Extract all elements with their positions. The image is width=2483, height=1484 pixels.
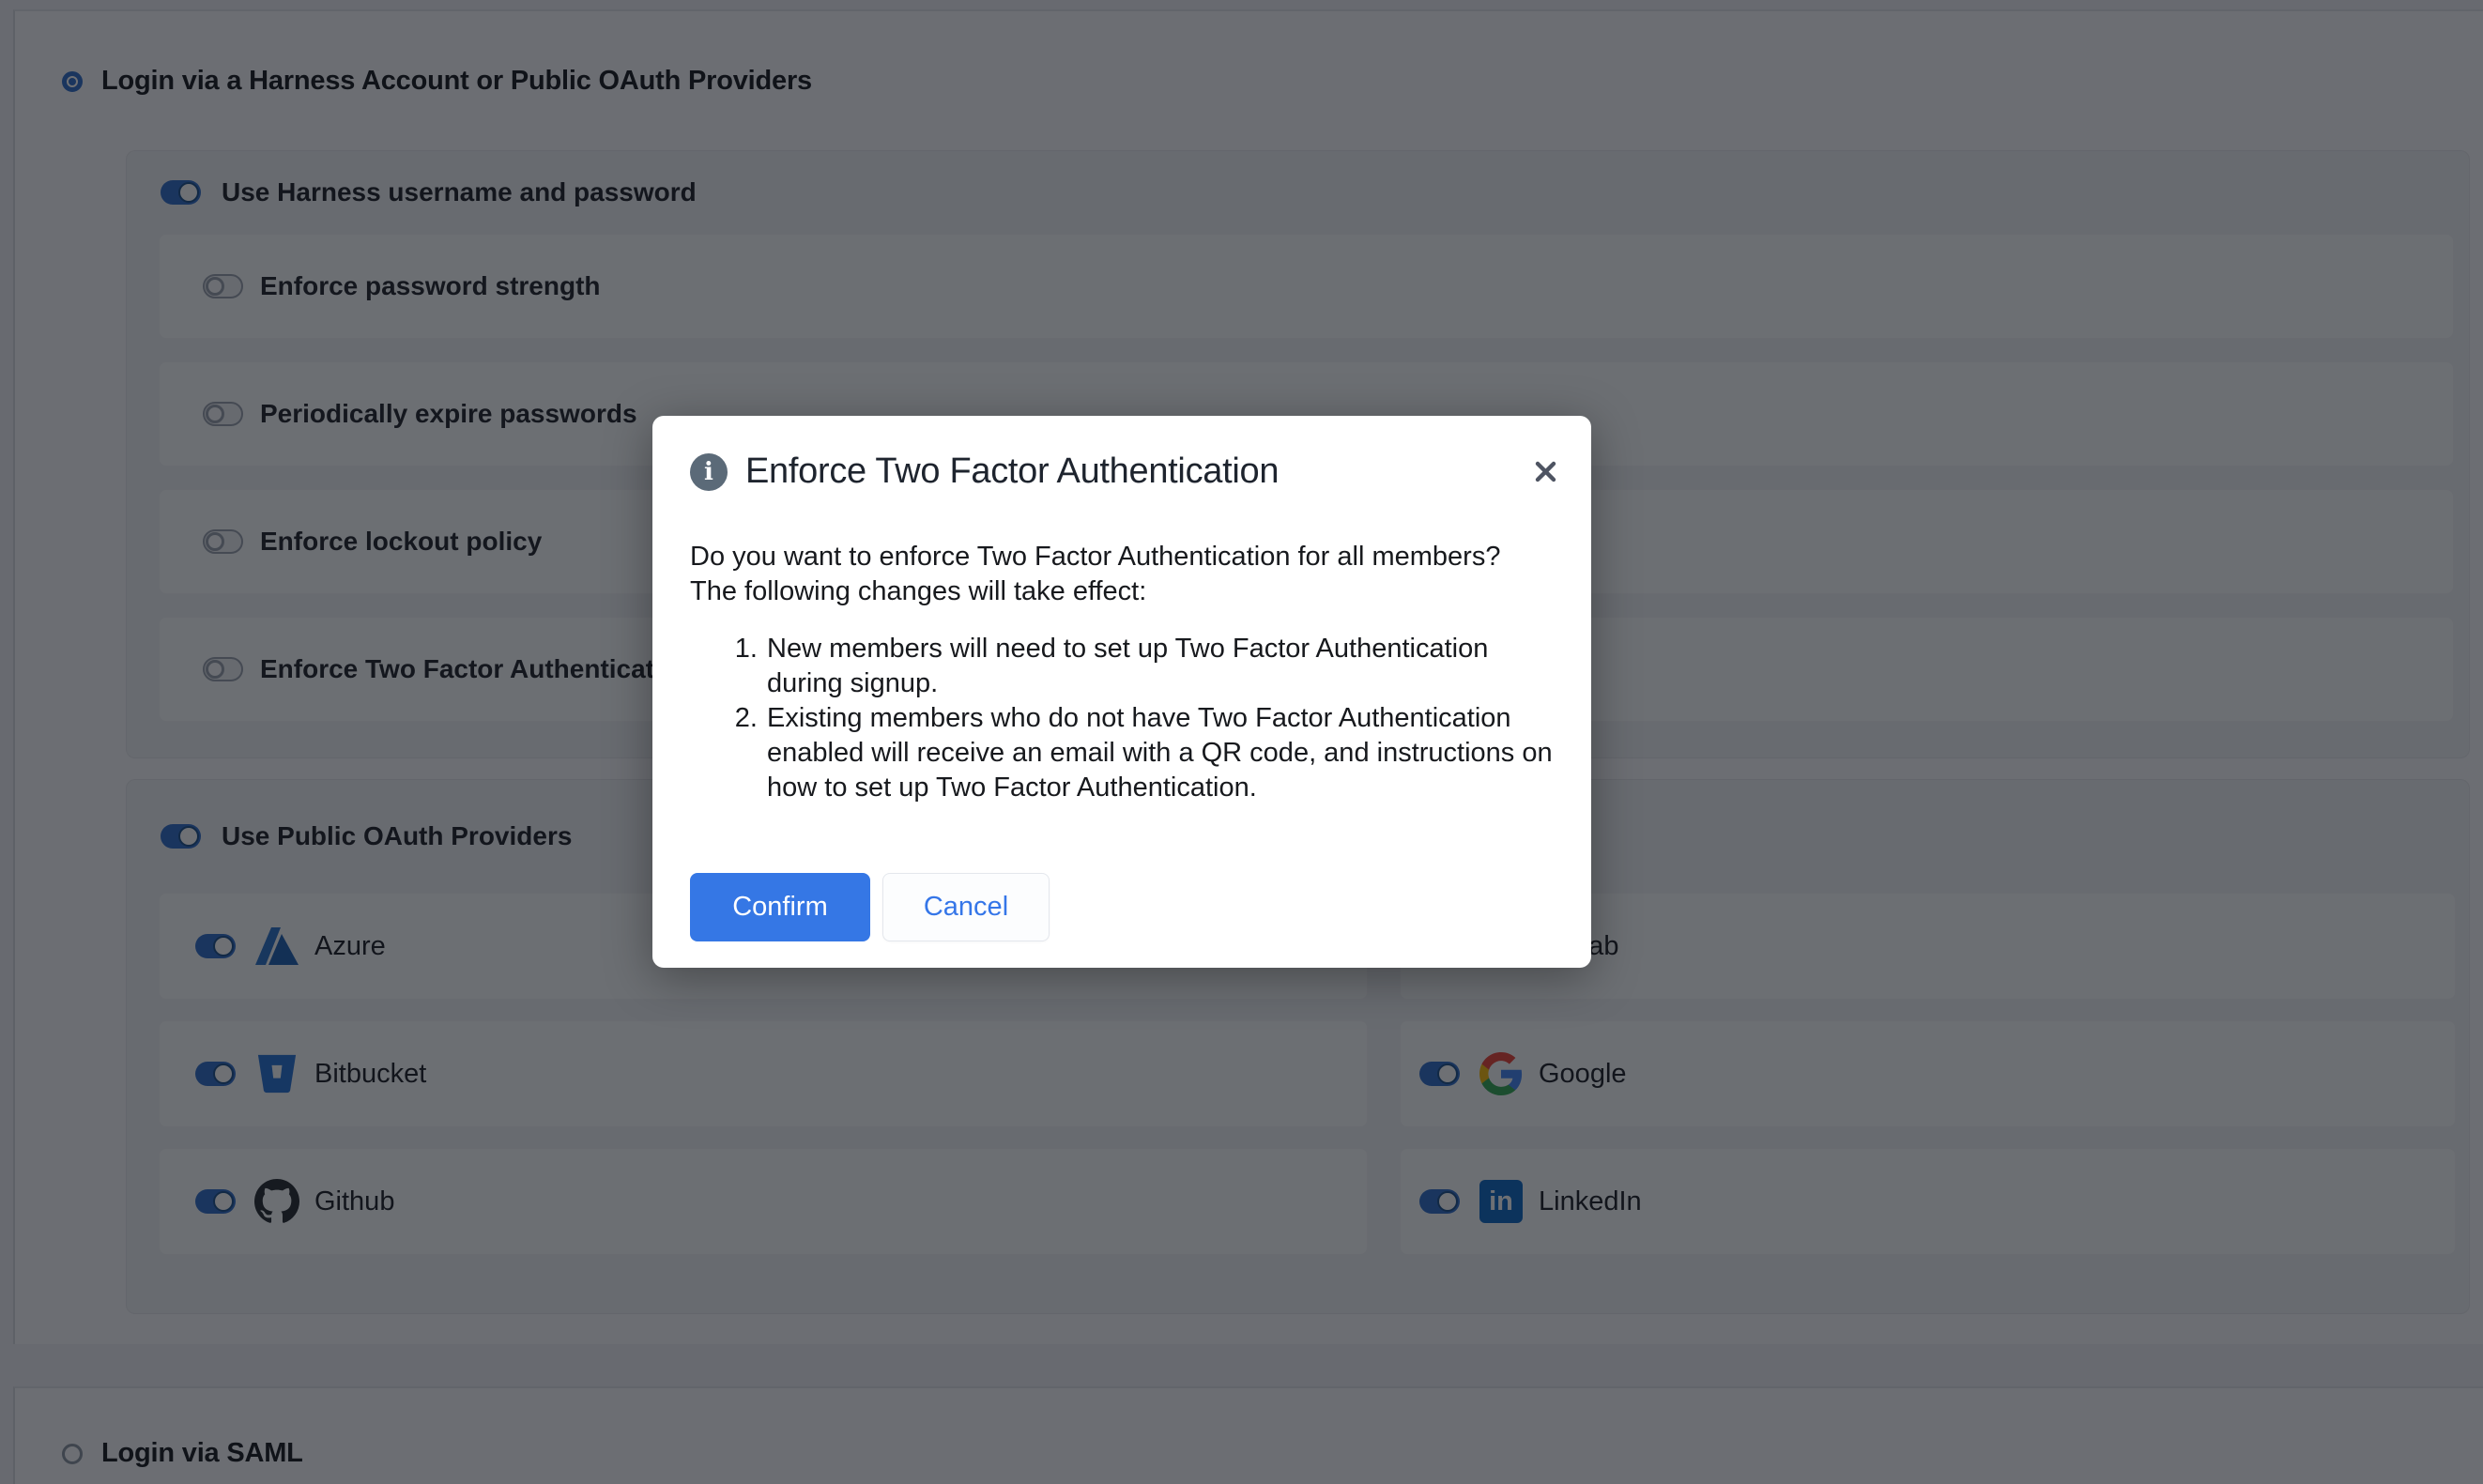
list-item: New members will need to set up Two Fact…: [765, 632, 1554, 701]
list-item: Existing members who do not have Two Fac…: [765, 701, 1554, 805]
dialog-question-line2: The following changes will take effect:: [690, 574, 1554, 609]
authentication-settings-page: Login via a Harness Account or Public OA…: [0, 0, 2483, 1484]
dialog-header: i Enforce Two Factor Authentication: [690, 451, 1279, 492]
dialog-actions: Confirm Cancel: [690, 873, 1050, 941]
enforce-2fa-dialog: i Enforce Two Factor Authentication Do y…: [652, 416, 1591, 968]
close-icon[interactable]: [1531, 457, 1559, 485]
dialog-effects-list: New members will need to set up Two Fact…: [690, 632, 1554, 805]
dialog-body: Do you want to enforce Two Factor Authen…: [690, 540, 1554, 805]
info-icon: i: [690, 453, 728, 491]
dialog-title: Enforce Two Factor Authentication: [745, 451, 1279, 492]
cancel-button[interactable]: Cancel: [882, 873, 1050, 941]
dialog-question-line1: Do you want to enforce Two Factor Authen…: [690, 540, 1554, 574]
confirm-button[interactable]: Confirm: [690, 873, 870, 941]
